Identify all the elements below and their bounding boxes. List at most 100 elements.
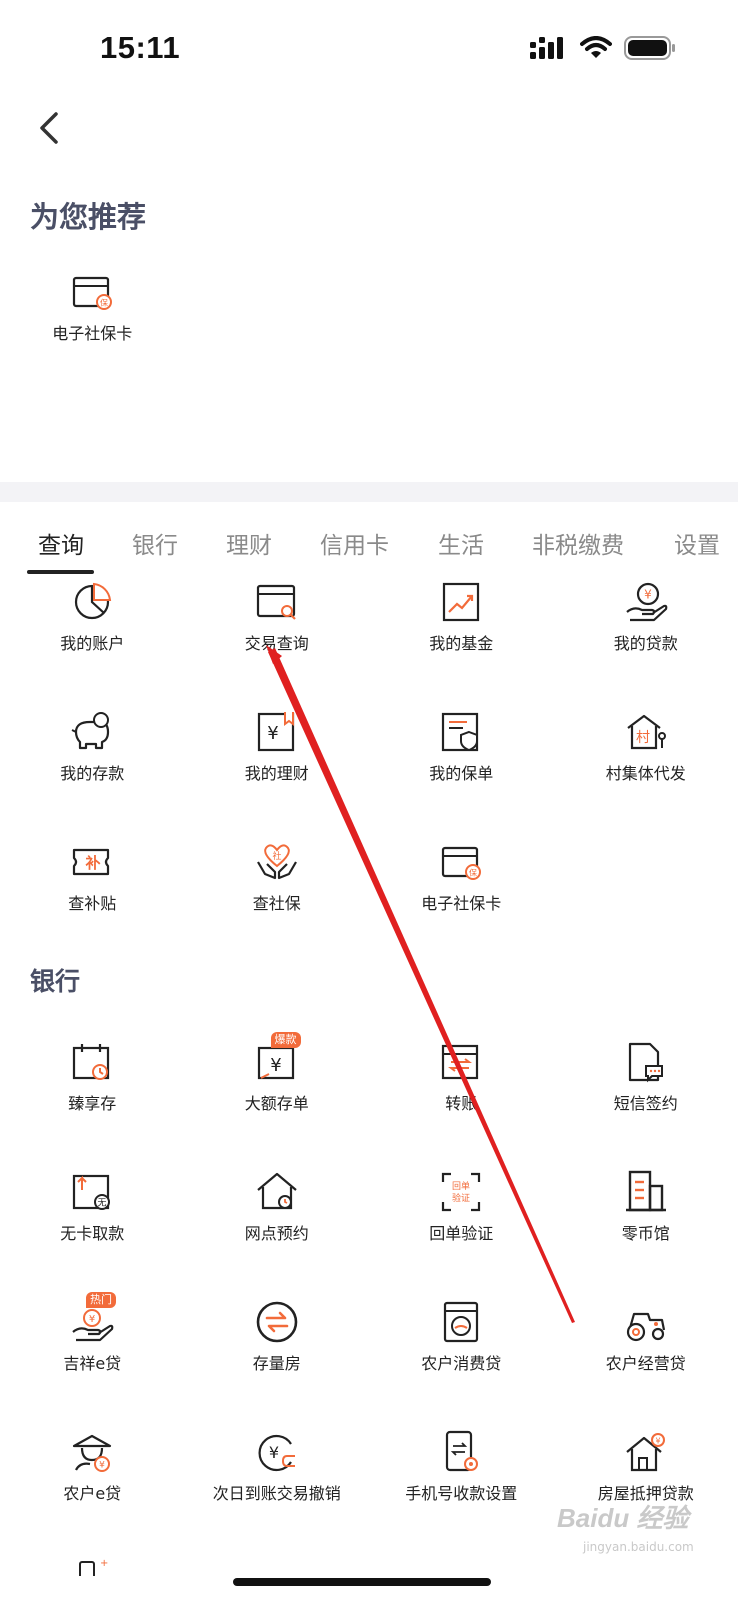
exchange-circle-icon: [255, 1300, 299, 1344]
bank-item-jixiang-loan[interactable]: ¥ 热门 吉祥e贷: [0, 1290, 185, 1420]
wealth-doc-icon: ¥: [255, 710, 299, 754]
bank-item-premium-deposit[interactable]: 臻享存: [0, 1030, 185, 1160]
item-label: 我的存款: [60, 764, 125, 783]
svg-text:¥: ¥: [99, 1461, 105, 1471]
svg-text:¥: ¥: [89, 1314, 95, 1325]
recommend-item-social-card[interactable]: 保 电子社保卡: [0, 260, 185, 390]
tab-settings[interactable]: 设置: [674, 526, 720, 560]
receipt-verify-icon: 回单 验证: [439, 1170, 483, 1214]
svg-text:补: 补: [85, 854, 101, 872]
query-item-village-payroll[interactable]: 村 村集体代发: [554, 700, 738, 830]
piggy-bank-icon: [70, 710, 114, 754]
bank-item-branch-booking[interactable]: 网点预约: [185, 1160, 370, 1290]
item-label: 我的理财: [244, 764, 309, 783]
tab-bank[interactable]: 银行: [132, 526, 178, 560]
item-label: 农户消费贷: [421, 1354, 502, 1373]
cardless-withdraw-icon: 无: [70, 1170, 114, 1214]
query-item-social-card[interactable]: 保 电子社保卡: [369, 830, 554, 960]
svg-text:村: 村: [636, 730, 650, 746]
policy-shield-icon: [439, 710, 483, 754]
battery-icon: [624, 36, 675, 60]
bank-item-farmer-consumer-loan[interactable]: 农户消费贷: [369, 1290, 554, 1420]
item-label: 回单验证: [429, 1224, 494, 1243]
bank-item-sms-sign[interactable]: 短信签约: [554, 1030, 738, 1160]
item-label: 存量房: [252, 1354, 301, 1373]
signal-icon: [530, 37, 563, 59]
svg-text:¥: ¥: [655, 1437, 660, 1446]
item-label: 我的基金: [429, 634, 494, 653]
branch-home-icon: [255, 1170, 299, 1214]
phone-settings-icon: [439, 1430, 483, 1474]
tab-credit-card[interactable]: 信用卡: [320, 526, 389, 560]
trend-chart-icon: [439, 580, 483, 624]
baidu-watermark-url: jingyan.baidu.com: [583, 1540, 694, 1554]
query-item-subsidy[interactable]: 补 查补贴: [0, 830, 185, 960]
chevron-left-icon: [40, 112, 58, 144]
query-item-deposit[interactable]: 我的存款: [0, 700, 185, 830]
hand-coin-icon: ¥: [624, 580, 668, 624]
item-label: 大额存单: [244, 1094, 309, 1113]
status-icons: [530, 36, 676, 60]
item-label: 农户经营贷: [605, 1354, 686, 1373]
home-indicator[interactable]: [233, 1578, 491, 1586]
query-item-loan[interactable]: ¥ 我的贷款: [554, 570, 738, 700]
item-label: 手机号收款设置: [405, 1484, 518, 1503]
query-item-wealth[interactable]: ¥ 我的理财: [185, 700, 370, 830]
item-label: 吉祥e贷: [63, 1354, 122, 1373]
tab-non-tax[interactable]: 非税缴费: [532, 526, 624, 560]
bank-item-receipt-verify[interactable]: 回单 验证 回单验证: [369, 1160, 554, 1290]
item-label: 零币馆: [621, 1224, 670, 1243]
bank-item-cardless-withdraw[interactable]: 无 无卡取款: [0, 1160, 185, 1290]
transfer-icon: [439, 1040, 483, 1084]
subsidy-ticket-icon: 补: [70, 840, 114, 884]
social-security-card-icon: 保: [70, 270, 114, 314]
svg-text:回单: 回单: [452, 1180, 470, 1192]
svg-text:¥: ¥: [267, 723, 278, 744]
query-item-social-insurance[interactable]: 社 查社保: [185, 830, 370, 960]
svg-text:无: 无: [98, 1198, 107, 1209]
item-label: 我的保单: [429, 764, 494, 783]
revoke-coin-icon: ¥: [255, 1430, 299, 1474]
village-house-icon: 村: [624, 710, 668, 754]
bank-item-transfer[interactable]: 转账: [369, 1030, 554, 1160]
query-item-policy[interactable]: 我的保单: [369, 700, 554, 830]
social-security-card-icon: 保: [439, 840, 483, 884]
query-grid: 我的账户 交易查询 我的基金 ¥ 我的贷款 我的存款 ¥ 我的理财 我的保单 村…: [0, 570, 738, 960]
svg-text:+: +: [100, 1558, 108, 1569]
status-time: 15:11: [100, 30, 181, 65]
card-search-icon: [255, 580, 299, 624]
baidu-watermark: Baidu 经验: [557, 1503, 689, 1533]
tab-query[interactable]: 查询: [38, 526, 84, 560]
wifi-icon: [580, 36, 612, 58]
item-label: 转账: [445, 1094, 478, 1113]
bank-item-farmer-e-loan[interactable]: ¥ 农户e贷: [0, 1420, 185, 1550]
svg-text:保: 保: [100, 298, 108, 308]
item-label: 农户e贷: [63, 1484, 122, 1503]
hot-badge: 热门: [86, 1292, 116, 1308]
pie-chart-icon: [70, 580, 114, 624]
bank-item-coin-hall[interactable]: 零币馆: [554, 1160, 738, 1290]
item-label: 次日到账交易撤销: [212, 1484, 341, 1503]
tractor-icon: [624, 1300, 668, 1344]
bank-item-existing-house[interactable]: 存量房: [185, 1290, 370, 1420]
tab-wealth[interactable]: 理财: [226, 526, 272, 560]
svg-text:¥: ¥: [269, 1443, 279, 1462]
item-label: 村集体代发: [605, 764, 686, 783]
tab-life[interactable]: 生活: [438, 526, 484, 560]
bank-item-phone-receipt-settings[interactable]: 手机号收款设置: [369, 1420, 554, 1550]
query-item-fund[interactable]: 我的基金: [369, 570, 554, 700]
svg-text:保: 保: [469, 868, 477, 878]
house-mortgage-icon: ¥: [624, 1430, 668, 1474]
query-item-transactions[interactable]: 交易查询: [185, 570, 370, 700]
back-button[interactable]: [28, 102, 72, 154]
status-bar: 15:11: [0, 0, 738, 100]
bank-item-revoke-next-day[interactable]: ¥ 次日到账交易撤销: [185, 1420, 370, 1550]
bank-grid: 臻享存 ¥ 爆款 大额存单 转账 短信签约 无 无卡取款 网点预约 回单验证: [0, 1030, 738, 1550]
washing-machine-icon: [439, 1300, 483, 1344]
svg-text:验证: 验证: [452, 1192, 470, 1204]
hot-badge: 爆款: [270, 1032, 301, 1048]
bank-item-large-deposit[interactable]: ¥ 爆款 大额存单: [185, 1030, 370, 1160]
item-label: 交易查询: [244, 634, 309, 653]
query-item-account[interactable]: 我的账户: [0, 570, 185, 700]
bank-item-farmer-business-loan[interactable]: 农户经营贷: [554, 1290, 738, 1420]
